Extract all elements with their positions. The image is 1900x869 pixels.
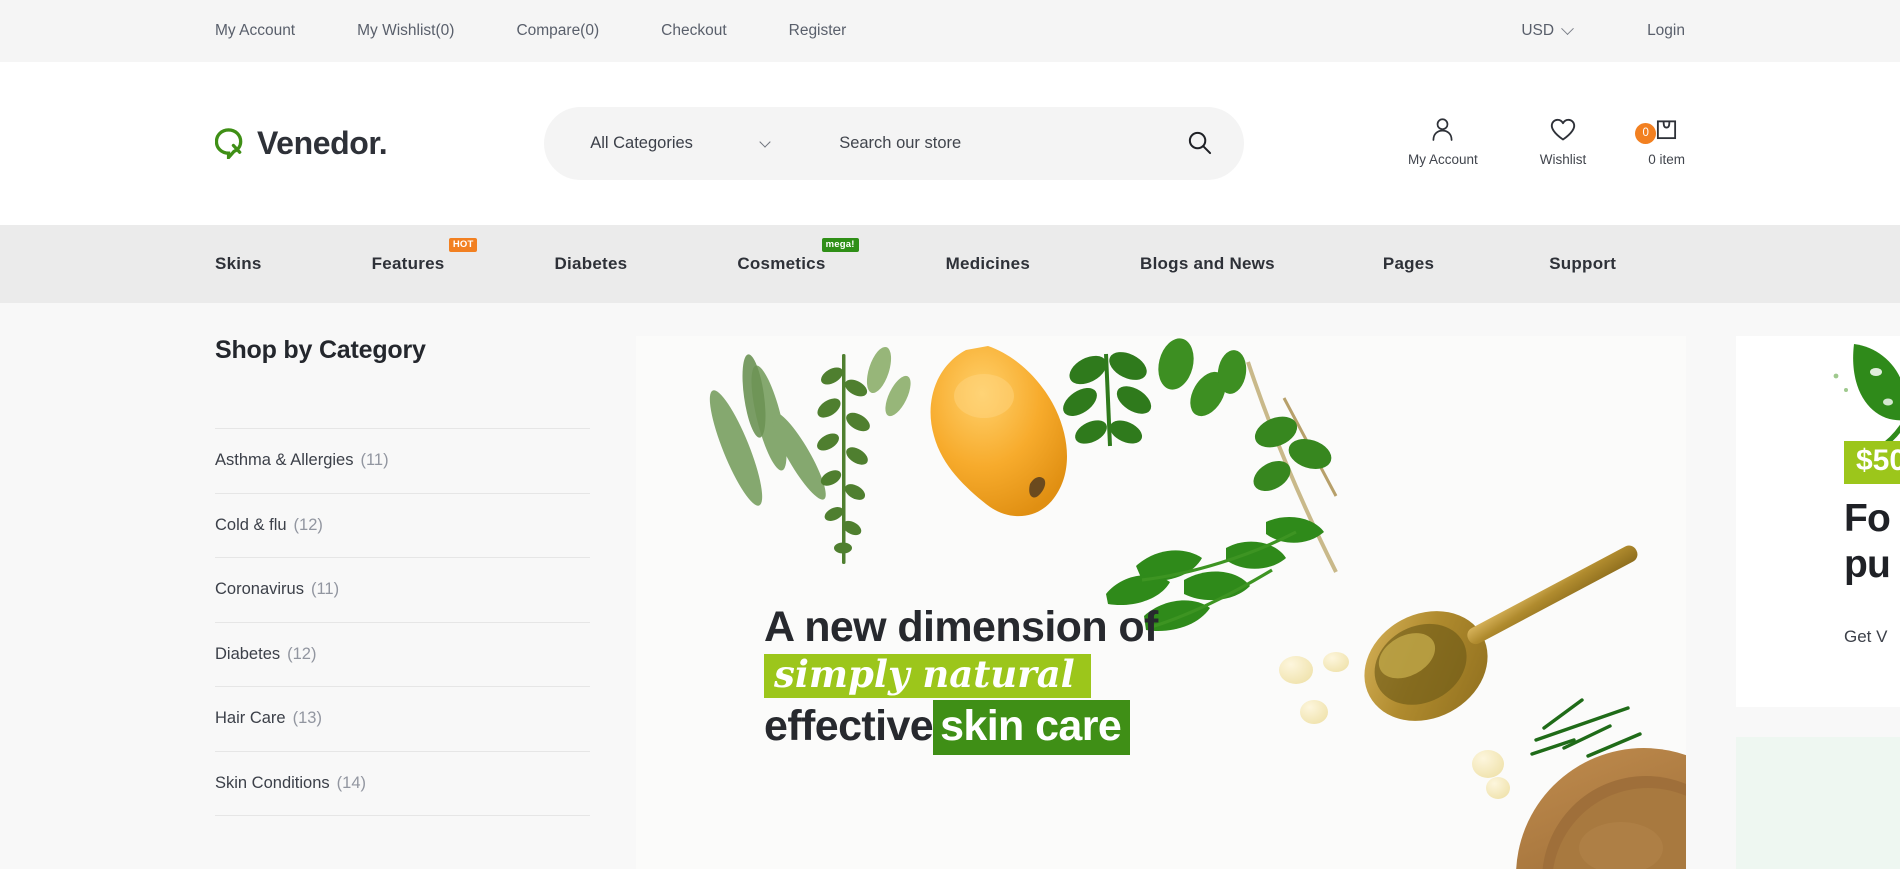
- search-icon: [1187, 130, 1212, 158]
- nav-item-blogs-and-news[interactable]: Blogs and News: [1140, 254, 1275, 274]
- category-name: Skin Conditions: [215, 773, 330, 792]
- promo-subtext: Get V: [1844, 626, 1888, 646]
- currency-selector[interactable]: USD: [1521, 21, 1574, 40]
- sidebar-title: Shop by Category: [215, 336, 426, 364]
- nav-item-skins[interactable]: Skins: [215, 254, 262, 274]
- shopping-bag-icon: [1655, 115, 1678, 145]
- header-my-account[interactable]: My Account: [1408, 115, 1478, 167]
- hero-line-3-highlight: skin care: [933, 700, 1131, 756]
- nav-item-medicines[interactable]: Medicines: [946, 254, 1030, 274]
- header-cart-label: 0 item: [1648, 151, 1685, 167]
- category-name: Hair Care: [215, 709, 286, 728]
- category-item-diabetes[interactable]: Diabetes (12): [215, 623, 590, 687]
- promo-heading-line-1: Fo: [1844, 497, 1891, 540]
- logo-wordmark: Venedor.: [257, 125, 388, 161]
- main-navigation: Skins Features HOT Diabetes Cosmetics me…: [0, 225, 1900, 303]
- promo-heading-line-2: pu: [1844, 543, 1891, 587]
- top-utility-bar: My Account My Wishlist(0) Compare(0) Che…: [0, 0, 1900, 62]
- shop-by-category-sidebar: Shop by Category Asthma & Allergies (11)…: [215, 303, 590, 869]
- nav-item-features[interactable]: Features HOT: [372, 238, 478, 274]
- site-header: Venedor. All Categories My A: [0, 62, 1900, 225]
- hero-line-3: effective skin care: [764, 700, 1158, 756]
- top-links: My Account My Wishlist(0) Compare(0) Che…: [215, 22, 908, 40]
- header-my-account-label: My Account: [1407, 151, 1478, 167]
- promo-card-secondary[interactable]: [1736, 737, 1900, 869]
- category-name: Coronavirus: [215, 580, 304, 599]
- category-name: Asthma & Allergies: [215, 451, 354, 470]
- category-count: (11): [360, 451, 389, 470]
- category-dropdown-label: All Categories: [590, 134, 693, 152]
- top-right-group: USD Login: [1521, 21, 1685, 40]
- search-button[interactable]: [1187, 130, 1212, 158]
- nav-badge-hot: HOT: [448, 238, 478, 252]
- category-list: Asthma & Allergies (11) Cold & flu (12) …: [215, 428, 590, 816]
- category-count: (13): [292, 709, 322, 728]
- header-icon-group: My Account Wishlist 0 0 item: [1408, 115, 1685, 173]
- venedor-logo-icon: [214, 128, 246, 162]
- promo-column: $50 Fo pu Get V: [1736, 336, 1900, 869]
- category-count: (14): [336, 773, 366, 792]
- hero-line-3-plain: effective: [764, 702, 934, 751]
- category-name: Diabetes: [215, 644, 281, 663]
- heart-icon: [1550, 115, 1576, 145]
- cart-count-badge: 0: [1635, 122, 1657, 144]
- category-count: (12): [293, 515, 323, 534]
- page-content: Shop by Category Asthma & Allergies (11)…: [0, 303, 1900, 869]
- category-item-coronavirus[interactable]: Coronavirus (11): [215, 558, 590, 623]
- hero-headline-group: A new dimension of simply natural effect…: [764, 603, 1158, 756]
- user-icon: [1431, 115, 1454, 145]
- login-link[interactable]: Login: [1647, 22, 1685, 40]
- nav-item-diabetes[interactable]: Diabetes: [554, 254, 627, 274]
- site-logo[interactable]: Venedor.: [214, 125, 388, 162]
- category-item-skin-conditions[interactable]: Skin Conditions (14): [215, 752, 590, 816]
- nav-item-pages[interactable]: Pages: [1383, 254, 1434, 274]
- header-wishlist-label: Wishlist: [1539, 151, 1587, 167]
- category-item-cold-flu[interactable]: Cold & flu (12): [215, 494, 590, 558]
- nav-item-support[interactable]: Support: [1549, 254, 1616, 274]
- header-wishlist[interactable]: Wishlist: [1539, 115, 1587, 167]
- top-link-register[interactable]: Register: [789, 22, 847, 40]
- category-dropdown[interactable]: All Categories: [590, 134, 795, 153]
- top-link-checkout[interactable]: Checkout: [661, 22, 726, 40]
- promo-text-group: $50 Fo pu Get V: [1844, 441, 1900, 647]
- category-item-hair-care[interactable]: Hair Care (13): [215, 687, 590, 752]
- top-link-my-wishlist[interactable]: My Wishlist(0): [357, 22, 454, 40]
- category-count: (12): [287, 644, 317, 663]
- currency-label: USD: [1521, 22, 1555, 39]
- hero-line-1: A new dimension of: [764, 603, 1158, 651]
- search-input[interactable]: [839, 134, 1188, 153]
- promo-card-primary[interactable]: $50 Fo pu Get V: [1736, 336, 1900, 707]
- nav-item-cosmetics[interactable]: Cosmetics mega!: [737, 238, 859, 274]
- chevron-down-icon: [759, 135, 771, 148]
- chevron-down-icon: [1561, 21, 1574, 35]
- header-cart[interactable]: 0 0 item: [1635, 115, 1685, 167]
- top-link-my-account[interactable]: My Account: [215, 22, 295, 40]
- promo-price-badge: $50: [1844, 441, 1900, 484]
- category-item-asthma-allergies[interactable]: Asthma & Allergies (11): [215, 429, 590, 494]
- hero-banner[interactable]: A new dimension of simply natural effect…: [636, 336, 1686, 869]
- nav-badge-mega: mega!: [821, 238, 859, 252]
- category-count: (11): [310, 580, 340, 599]
- hero-line-2: simply natural: [764, 654, 1091, 699]
- category-name: Cold & flu: [215, 515, 287, 534]
- top-link-compare[interactable]: Compare(0): [516, 22, 599, 40]
- search-bar: All Categories: [544, 107, 1245, 180]
